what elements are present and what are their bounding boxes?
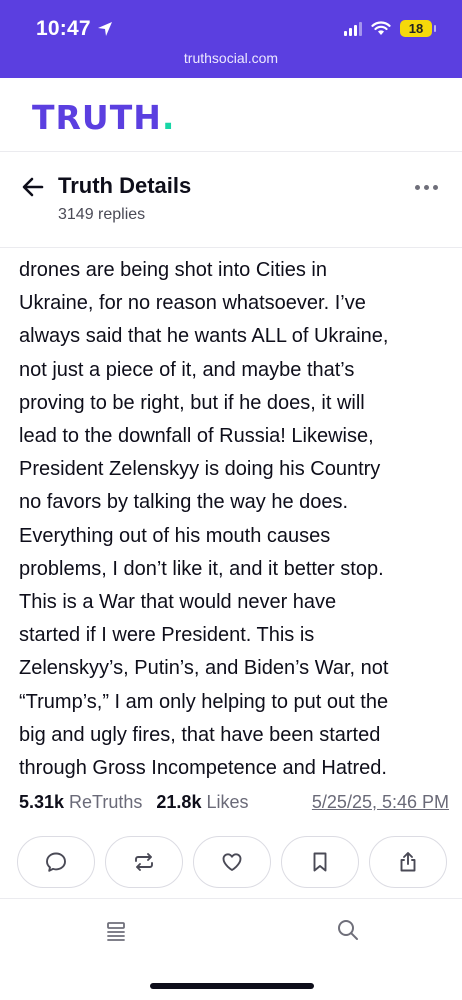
cellular-signal-icon <box>344 21 362 36</box>
browser-url[interactable]: truthsocial.com <box>0 50 462 66</box>
battery-level: 18 <box>408 21 424 36</box>
likes-label[interactable]: Likes <box>206 792 248 813</box>
bookmark-icon <box>313 852 327 872</box>
detail-bar <box>0 152 462 248</box>
like-button[interactable] <box>193 836 271 888</box>
status-time: 10:47 <box>36 17 113 41</box>
clock-text: 10:47 <box>36 17 91 40</box>
likes-count[interactable]: 21.8k <box>156 792 201 813</box>
battery-icon: 18 <box>400 20 436 37</box>
retruths-count[interactable]: 5.31k <box>19 792 64 813</box>
app-header: TRUTH. <box>0 78 462 152</box>
heart-icon <box>222 853 242 871</box>
bookmark-button[interactable] <box>281 836 359 888</box>
feed-icon[interactable] <box>104 919 128 943</box>
status-bar: 10:47 18 truthsocial.com <box>0 0 462 78</box>
reply-count: 3149 replies <box>58 206 146 223</box>
retruths-label[interactable]: ReTruths <box>69 792 142 813</box>
share-button[interactable] <box>369 836 447 888</box>
home-indicator[interactable] <box>150 983 314 989</box>
search-icon[interactable] <box>335 917 361 943</box>
retruth-button[interactable] <box>105 836 183 888</box>
wifi-icon <box>371 21 391 35</box>
back-arrow-icon[interactable] <box>20 174 46 200</box>
more-options-icon[interactable] <box>415 185 438 190</box>
retruth-icon <box>135 853 153 871</box>
reply-icon <box>46 852 66 872</box>
post-stats: 5.31k ReTruths 21.8k Likes 5/25/25, 5:46… <box>19 792 449 813</box>
truth-logo[interactable]: TRUTH. <box>32 98 175 137</box>
status-indicators: 18 <box>344 20 436 37</box>
post-timestamp[interactable]: 5/25/25, 5:46 PM <box>312 792 449 813</box>
logo-dot: . <box>161 98 176 137</box>
reply-button[interactable] <box>17 836 95 888</box>
logo-text: TRUTH <box>32 98 162 137</box>
post-actions <box>17 836 447 888</box>
page-title: Truth Details <box>58 173 192 198</box>
share-icon <box>400 852 416 872</box>
location-arrow-icon <box>97 22 112 36</box>
post-body: drones are being shot into Cities in Ukr… <box>19 259 389 780</box>
